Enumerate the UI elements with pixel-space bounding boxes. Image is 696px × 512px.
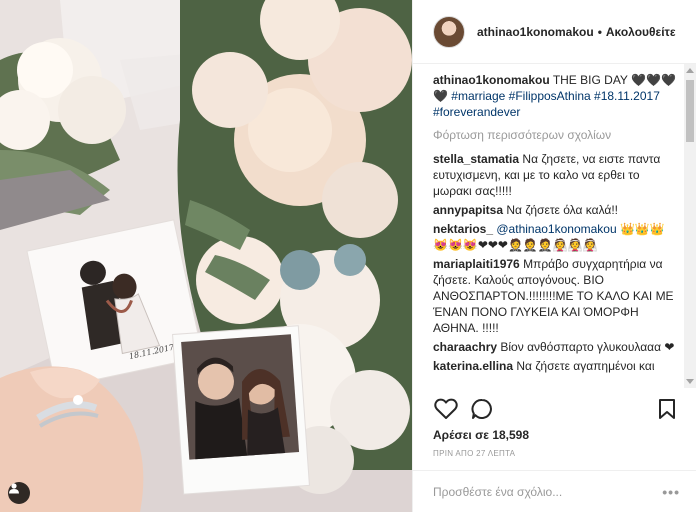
post-actions <box>433 392 680 426</box>
header-separator: • <box>597 24 602 39</box>
caption: athinao1konomakou THE BIG DAY 🖤🖤🖤🖤 #marr… <box>433 72 677 120</box>
scrollbar-thumb[interactable] <box>686 80 694 142</box>
comment-username[interactable]: katerina.ellina <box>433 359 513 373</box>
wedding-photo-illustration: 18.11.2017 <box>0 0 412 512</box>
caption-username[interactable]: athinao1konomakou <box>433 73 550 87</box>
comments-scrollbar[interactable] <box>684 64 696 388</box>
comment-username[interactable]: annypapitsa <box>433 203 503 217</box>
speech-bubble-icon[interactable] <box>469 396 495 422</box>
bookmark-icon[interactable] <box>654 396 680 422</box>
list-item: charaachry Βίον ανθόσπαρτο γλυκουλααα ❤ <box>433 339 677 355</box>
following-button[interactable]: Ακολουθείτε <box>606 25 676 39</box>
add-comment-bar: ••• <box>413 470 696 512</box>
heart-outline-icon[interactable] <box>433 396 459 422</box>
list-item: stella_stamatia Να ζησετε, να ειστε παντ… <box>433 151 677 199</box>
comment-mention[interactable]: @athinao1konomakou <box>496 222 616 236</box>
add-comment-input[interactable] <box>433 484 663 499</box>
post-photo[interactable]: 18.11.2017 <box>0 0 412 512</box>
caption-text: THE BIG DAY <box>552 73 632 87</box>
post-side-panel: athinao1konomakou • Ακολουθείτε athinao1… <box>412 0 696 512</box>
comment-username[interactable]: mariaplaiti1976 <box>433 257 520 271</box>
list-item: mariaplaiti1976 Μπράβο συγχαρητήρια να ζ… <box>433 256 677 336</box>
list-item: annypapitsa Να ζήσετε όλα καλά!! <box>433 202 677 218</box>
more-options-button[interactable]: ••• <box>662 484 680 500</box>
comment-username[interactable]: stella_stamatia <box>433 152 519 166</box>
comment-text: Βίον ανθόσπαρτο γλυκουλααα ❤ <box>500 340 675 354</box>
person-tag-icon[interactable] <box>8 482 30 504</box>
comment-username[interactable]: charaachry <box>433 340 497 354</box>
header-username[interactable]: athinao1konomakou <box>477 25 594 39</box>
post-header: athinao1konomakou • Ακολουθείτε <box>413 0 696 64</box>
likes-count[interactable]: Αρέσει σε 18,598 <box>433 428 529 442</box>
avatar[interactable] <box>433 15 465 48</box>
list-item: katerina.ellina Να ζήσετε αγαπημένοι και <box>433 358 677 374</box>
comment-text: Να ζήσετε αγαπημένοι και <box>516 359 655 373</box>
scroll-down-arrow-icon[interactable] <box>686 379 694 384</box>
caption-hashtags[interactable]: #marriage #FilipposAthina #18.11.2017 #f… <box>433 89 660 119</box>
comment-username[interactable]: nektarios_ <box>433 222 493 236</box>
load-more-comments-link[interactable]: Φόρτωση περισσότερων σχολίων <box>433 127 677 143</box>
scroll-up-arrow-icon[interactable] <box>686 68 694 73</box>
comments-list[interactable]: athinao1konomakou THE BIG DAY 🖤🖤🖤🖤 #marr… <box>413 64 683 388</box>
post-timestamp: ΠΡΙΝ ΑΠΟ 27 ΛΕΠΤΑ <box>433 449 516 458</box>
list-item: nektarios_ @athinao1konomakou 👑👑👑😻😻😻❤❤❤🤵… <box>433 221 677 253</box>
comment-text: Να ζήσετε όλα καλά!! <box>506 203 618 217</box>
